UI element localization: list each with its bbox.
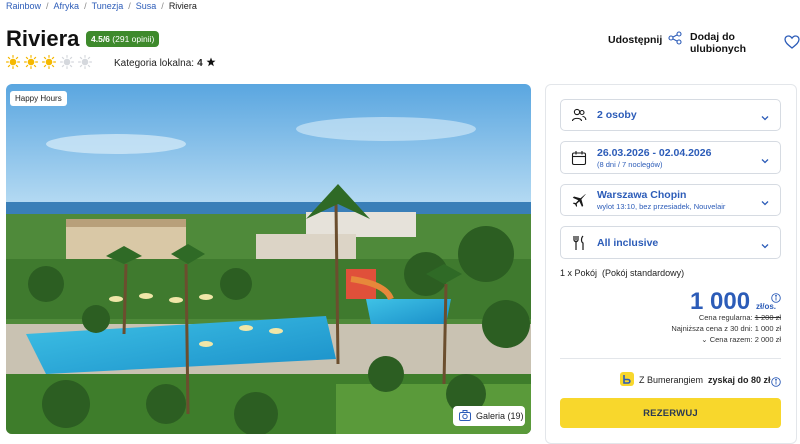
- departure-airport-select[interactable]: Warszawa Chopin wylot 13:10, bez przesia…: [560, 184, 781, 216]
- lowest-price: Najniższa cena z 30 dni: 1 000 zł: [671, 324, 781, 333]
- share-icon: [668, 31, 682, 48]
- happy-hours-badge: Happy Hours: [10, 91, 67, 106]
- booking-panel: [545, 84, 797, 444]
- gallery-button[interactable]: Galeria (19): [453, 406, 525, 426]
- share-label: Udostępnij: [608, 33, 663, 46]
- local-category-value: 4: [197, 58, 203, 69]
- calendar-icon: [571, 150, 587, 166]
- breadcrumb-tunezja[interactable]: Tunezja: [92, 1, 124, 11]
- dates-duration: (8 dni / 7 noclegów): [597, 159, 663, 169]
- sun-empty-icon: [59, 54, 75, 70]
- sun-rating: [5, 54, 93, 70]
- flight-details: wylot 13:10, bez przesiadek, Nouvelair: [597, 202, 726, 211]
- divider: [560, 358, 781, 359]
- boomerang-prefix: Z Bumerangiem: [639, 375, 704, 385]
- price-unit: zł/os.: [756, 302, 777, 311]
- chevron-down-icon: [760, 238, 770, 248]
- cutlery-icon: [571, 235, 587, 251]
- hotel-photo[interactable]: [6, 84, 531, 434]
- add-to-favorites-button[interactable]: Dodaj do ulubionych: [690, 31, 800, 55]
- breadcrumb-separator: /: [161, 1, 164, 11]
- person-icon: [571, 107, 587, 123]
- board-select[interactable]: All inclusive: [560, 226, 781, 259]
- dates-value: 26.03.2026 - 02.04.2026: [597, 146, 712, 159]
- chevron-down-icon: [760, 110, 770, 121]
- breadcrumb-separator: /: [128, 1, 131, 11]
- regular-price-value: 1 200 zł: [754, 313, 781, 322]
- favorite-label: Dodaj do ulubionych: [690, 31, 746, 55]
- local-category: Kategoria lokalna: 4: [114, 57, 216, 70]
- boomerang-bonus: zyskaj do 80 zł: [708, 375, 771, 385]
- regular-price: Cena regularna: 1 200 zł: [699, 313, 781, 322]
- heart-icon: [784, 34, 800, 52]
- sun-filled-icon: [41, 54, 57, 70]
- boomerang-icon: [620, 372, 634, 388]
- camera-icon: [459, 409, 471, 423]
- room-quantity: 1 x Pokój: [560, 268, 598, 278]
- star-icon: [206, 57, 216, 70]
- lowest-price-value: 1 000 zł: [754, 324, 781, 333]
- price-value: 1 000: [690, 288, 751, 315]
- sun-empty-icon: [77, 54, 93, 70]
- local-category-label: Kategoria lokalna:: [114, 58, 195, 69]
- sun-filled-icon: [5, 54, 21, 70]
- breadcrumb: Rainbow / Afryka / Tunezja / Susa / Rivi…: [6, 0, 197, 12]
- info-icon[interactable]: [771, 374, 781, 387]
- regular-price-label: Cena regularna:: [698, 313, 753, 322]
- breadcrumb-current: Riviera: [168, 1, 197, 11]
- breadcrumb-susa[interactable]: Susa: [136, 1, 157, 11]
- gallery-label: Galeria (19): [476, 411, 524, 421]
- breadcrumb-rainbow[interactable]: Rainbow: [6, 1, 41, 11]
- dates-select[interactable]: 26.03.2026 - 02.04.2026 (8 dni / 7 nocle…: [560, 141, 781, 174]
- total-price[interactable]: ⌄ Cena razem: 2 000 zł: [701, 335, 781, 344]
- chevron-down-icon: [760, 195, 770, 206]
- rating-badge[interactable]: 4.5/6 (291 opinii): [86, 31, 160, 47]
- sun-filled-icon: [23, 54, 39, 70]
- room-summary: 1 x Pokój (Pokój standardowy): [560, 268, 684, 278]
- breadcrumb-separator: /: [84, 1, 87, 11]
- chevron-down-icon: [760, 153, 770, 163]
- breadcrumb-afryka[interactable]: Afryka: [54, 1, 80, 11]
- room-type: (Pokój standardowy): [602, 268, 685, 278]
- share-button[interactable]: Udostępnij: [608, 31, 682, 48]
- rating-score: 4.5/6: [91, 34, 110, 44]
- page-title: Riviera: [6, 26, 80, 51]
- boomerang-promo: Z Bumerangiem zyskaj do 80 zł: [620, 372, 771, 388]
- airport-value: Warszawa Chopin: [597, 189, 687, 201]
- chevron-down-icon: ⌄: [701, 335, 708, 344]
- rating-count: (291 opinii): [112, 34, 155, 44]
- total-price-label: Cena razem:: [709, 335, 753, 344]
- board-value: All inclusive: [597, 236, 659, 249]
- info-icon[interactable]: [771, 290, 781, 303]
- persons-value: 2 osoby: [597, 109, 637, 121]
- total-price-value: 2 000 zł: [754, 335, 781, 344]
- airplane-icon: [571, 192, 587, 208]
- breadcrumb-separator: /: [46, 1, 49, 11]
- persons-select[interactable]: 2 osoby: [560, 99, 781, 131]
- lowest-price-label: Najniższa cena z 30 dni:: [671, 324, 753, 333]
- reserve-button[interactable]: REZERWUJ: [560, 398, 781, 428]
